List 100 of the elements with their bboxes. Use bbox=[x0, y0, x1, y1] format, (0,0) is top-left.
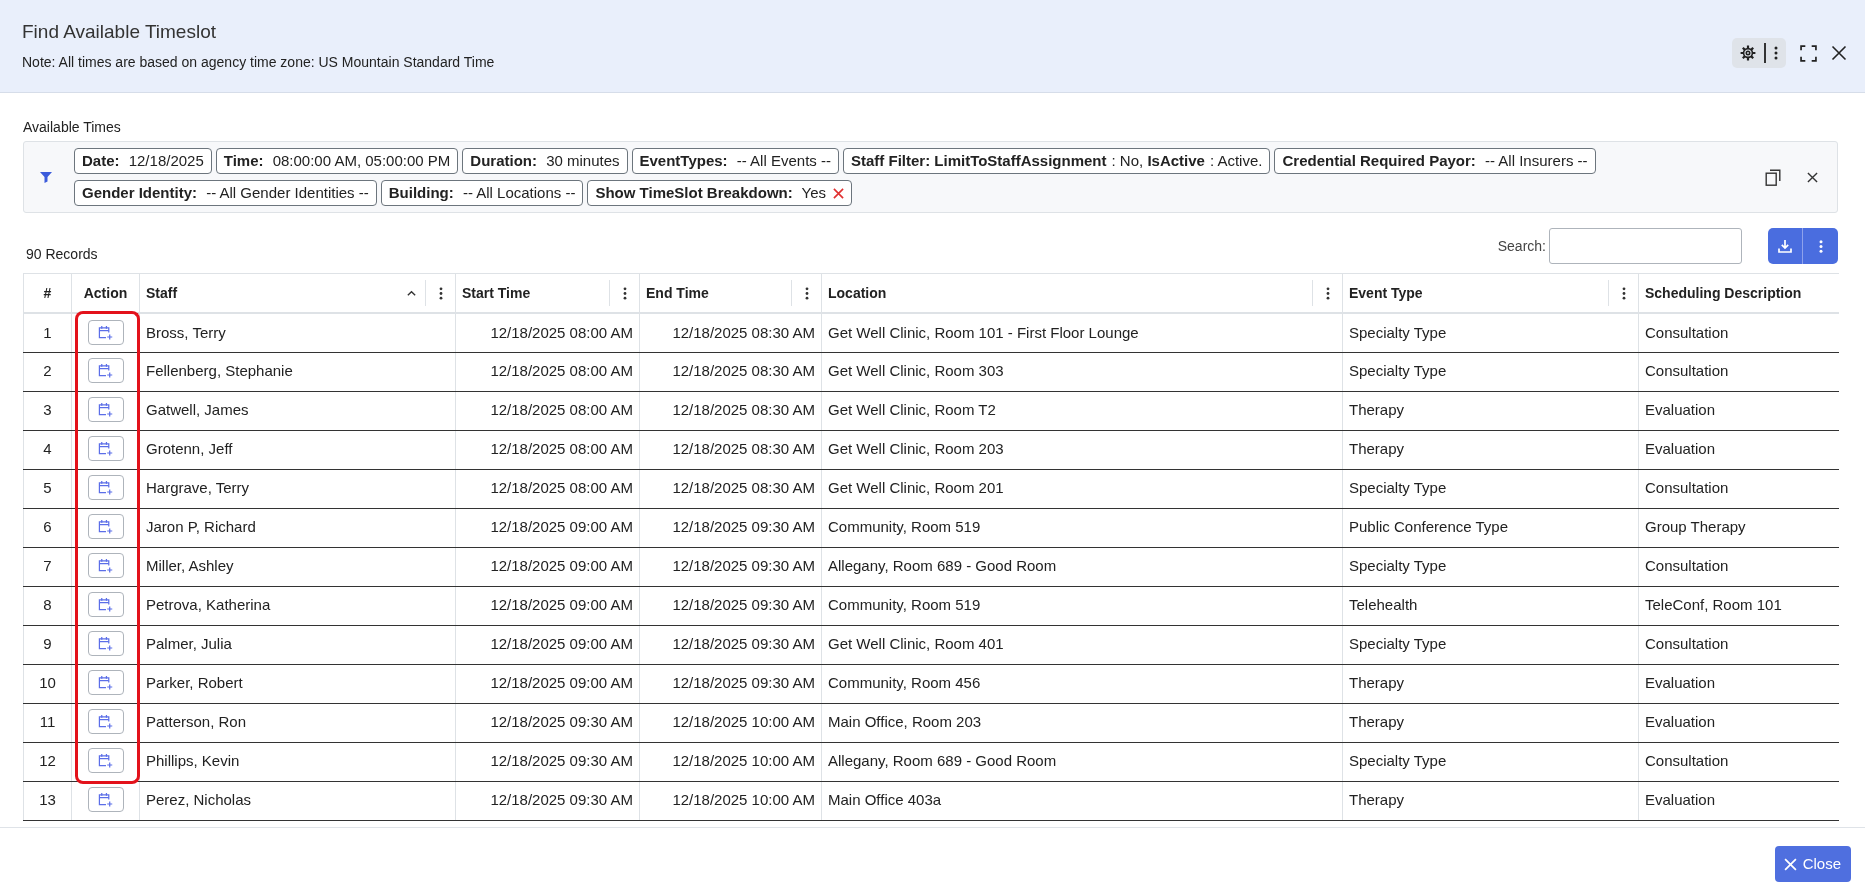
settings-button[interactable] bbox=[1740, 45, 1756, 61]
filter-text: EventTypes: -- All Events -- bbox=[639, 151, 831, 171]
table-cell: Therapy bbox=[1342, 430, 1639, 469]
table-cell: 12/18/2025 09:00 AM bbox=[455, 547, 640, 586]
row-number: 9 bbox=[23, 625, 72, 664]
table-cell: 12/18/2025 09:30 AM bbox=[639, 664, 822, 703]
table-cell: Consultation bbox=[1638, 742, 1839, 781]
table-cell: TeleConf, Room 101 bbox=[1638, 586, 1839, 625]
schedule-button[interactable] bbox=[87, 670, 124, 696]
column-label: Start Time bbox=[462, 283, 531, 303]
column-label: Scheduling Description bbox=[1645, 283, 1802, 303]
table-cell: 12/18/2025 08:30 AM bbox=[639, 469, 822, 508]
column-label: # bbox=[43, 283, 52, 303]
copy-button[interactable] bbox=[1765, 168, 1781, 186]
schedule-button[interactable] bbox=[87, 319, 124, 345]
table-cell: Consultation bbox=[1638, 469, 1839, 508]
schedule-button[interactable] bbox=[87, 436, 124, 462]
schedule-button[interactable] bbox=[87, 397, 124, 423]
remove-filter-icon[interactable] bbox=[833, 187, 845, 199]
column-label: Staff bbox=[146, 283, 178, 303]
table-cell: Specialty Type bbox=[1342, 742, 1639, 781]
schedule-button[interactable] bbox=[87, 475, 124, 501]
table-cell: Bross, Terry bbox=[139, 313, 456, 352]
download-icon bbox=[1778, 239, 1792, 253]
schedule-button[interactable] bbox=[87, 358, 124, 384]
row-number: 6 bbox=[23, 508, 72, 547]
table-cell: 12/18/2025 10:00 AM bbox=[639, 742, 822, 781]
schedule-button[interactable] bbox=[87, 592, 124, 618]
table-cell: 12/18/2025 08:00 AM bbox=[455, 391, 640, 430]
table-cell: Get Well Clinic, Room 401 bbox=[821, 625, 1343, 664]
schedule-button[interactable] bbox=[87, 748, 124, 774]
fullscreen-button[interactable] bbox=[1800, 44, 1817, 62]
table-cell: Therapy bbox=[1342, 781, 1639, 820]
search-field[interactable] bbox=[1549, 228, 1742, 264]
close-button[interactable] bbox=[1831, 45, 1847, 61]
row-number: 1 bbox=[23, 313, 72, 352]
row-number: 13 bbox=[23, 781, 72, 820]
table-cell: Patterson, Ron bbox=[139, 703, 456, 742]
download-button[interactable] bbox=[1768, 228, 1803, 264]
table-cell: Perez, Nicholas bbox=[139, 781, 456, 820]
schedule-button[interactable] bbox=[87, 631, 124, 657]
table-cell: 12/18/2025 09:30 AM bbox=[455, 742, 640, 781]
schedule-button[interactable] bbox=[87, 709, 124, 735]
table-cell: Allegany, Room 689 - Good Room bbox=[821, 742, 1343, 781]
table-cell: Evaluation bbox=[1638, 430, 1839, 469]
table-cell: Specialty Type bbox=[1342, 313, 1639, 352]
row-number: 11 bbox=[23, 703, 72, 742]
calendar-plus-icon bbox=[98, 441, 113, 457]
calendar-plus-icon bbox=[98, 363, 113, 379]
table-cell: Therapy bbox=[1342, 664, 1639, 703]
clear-filters-button[interactable] bbox=[1807, 171, 1818, 183]
table-cell: Evaluation bbox=[1638, 664, 1839, 703]
schedule-button[interactable] bbox=[87, 553, 124, 579]
vertical-dots-icon bbox=[622, 286, 627, 300]
vertical-dots-icon bbox=[1818, 239, 1823, 253]
calendar-plus-icon bbox=[98, 519, 113, 535]
time-zone-note: Note: All times are based on agency time zone: US Mountain Standard Time bbox=[22, 53, 496, 72]
more-options-button[interactable] bbox=[1774, 46, 1778, 60]
table-cell: 12/18/2025 10:00 AM bbox=[639, 703, 822, 742]
calendar-plus-icon bbox=[98, 792, 113, 808]
section-label: Available Times bbox=[23, 118, 121, 137]
row-number: 3 bbox=[23, 391, 72, 430]
table-cell: Main Office 403a bbox=[821, 781, 1343, 820]
table-cell: 12/18/2025 08:00 AM bbox=[455, 313, 640, 352]
calendar-plus-icon bbox=[98, 324, 113, 340]
table-cell: Group Therapy bbox=[1638, 508, 1839, 547]
table-cell: Therapy bbox=[1342, 391, 1639, 430]
table-cell: Jaron P, Richard bbox=[139, 508, 456, 547]
table-cell: Consultation bbox=[1638, 313, 1839, 352]
row-number: 12 bbox=[23, 742, 72, 781]
vertical-dots-icon bbox=[438, 286, 443, 300]
table-cell: Get Well Clinic, Room 101 - First Floor Lounge bbox=[821, 313, 1343, 352]
vertical-dots-icon bbox=[804, 286, 809, 300]
vertical-dots-icon bbox=[1774, 46, 1778, 60]
schedule-button[interactable] bbox=[87, 514, 124, 540]
column-label: End Time bbox=[646, 283, 709, 303]
table-cell: 12/18/2025 09:30 AM bbox=[639, 586, 822, 625]
row-number: 10 bbox=[23, 664, 72, 703]
table-cell: Get Well Clinic, Room 303 bbox=[821, 352, 1343, 391]
table-cell: 12/18/2025 09:00 AM bbox=[455, 664, 640, 703]
filter-text: Credential Required Payor: -- All Insurers -- bbox=[1282, 151, 1588, 171]
calendar-plus-icon bbox=[98, 714, 113, 730]
table-cell: Fellenberg, Stephanie bbox=[139, 352, 456, 391]
filter-icon[interactable] bbox=[40, 171, 52, 183]
table-cell: Hargrave, Terry bbox=[139, 469, 456, 508]
table-cell: Get Well Clinic, Room T2 bbox=[821, 391, 1343, 430]
schedule-button[interactable] bbox=[87, 787, 124, 813]
row-number: 2 bbox=[23, 352, 72, 391]
table-cell: Gatwell, James bbox=[139, 391, 456, 430]
calendar-plus-icon bbox=[98, 480, 113, 496]
table-cell: Community, Room 456 bbox=[821, 664, 1343, 703]
table-cell: Miller, Ashley bbox=[139, 547, 456, 586]
close-icon bbox=[1783, 857, 1797, 871]
table-cell: Specialty Type bbox=[1342, 352, 1639, 391]
record-count: 90 Records bbox=[26, 245, 98, 264]
table-cell: 12/18/2025 08:30 AM bbox=[639, 352, 822, 391]
filter-text: Time: 08:00:00 AM, 05:00:00 PM bbox=[223, 151, 451, 171]
table-cell: 12/18/2025 08:00 AM bbox=[455, 352, 640, 391]
table-cell: 12/18/2025 09:30 AM bbox=[639, 547, 822, 586]
close-dialog-button[interactable]: Close bbox=[1774, 846, 1851, 882]
